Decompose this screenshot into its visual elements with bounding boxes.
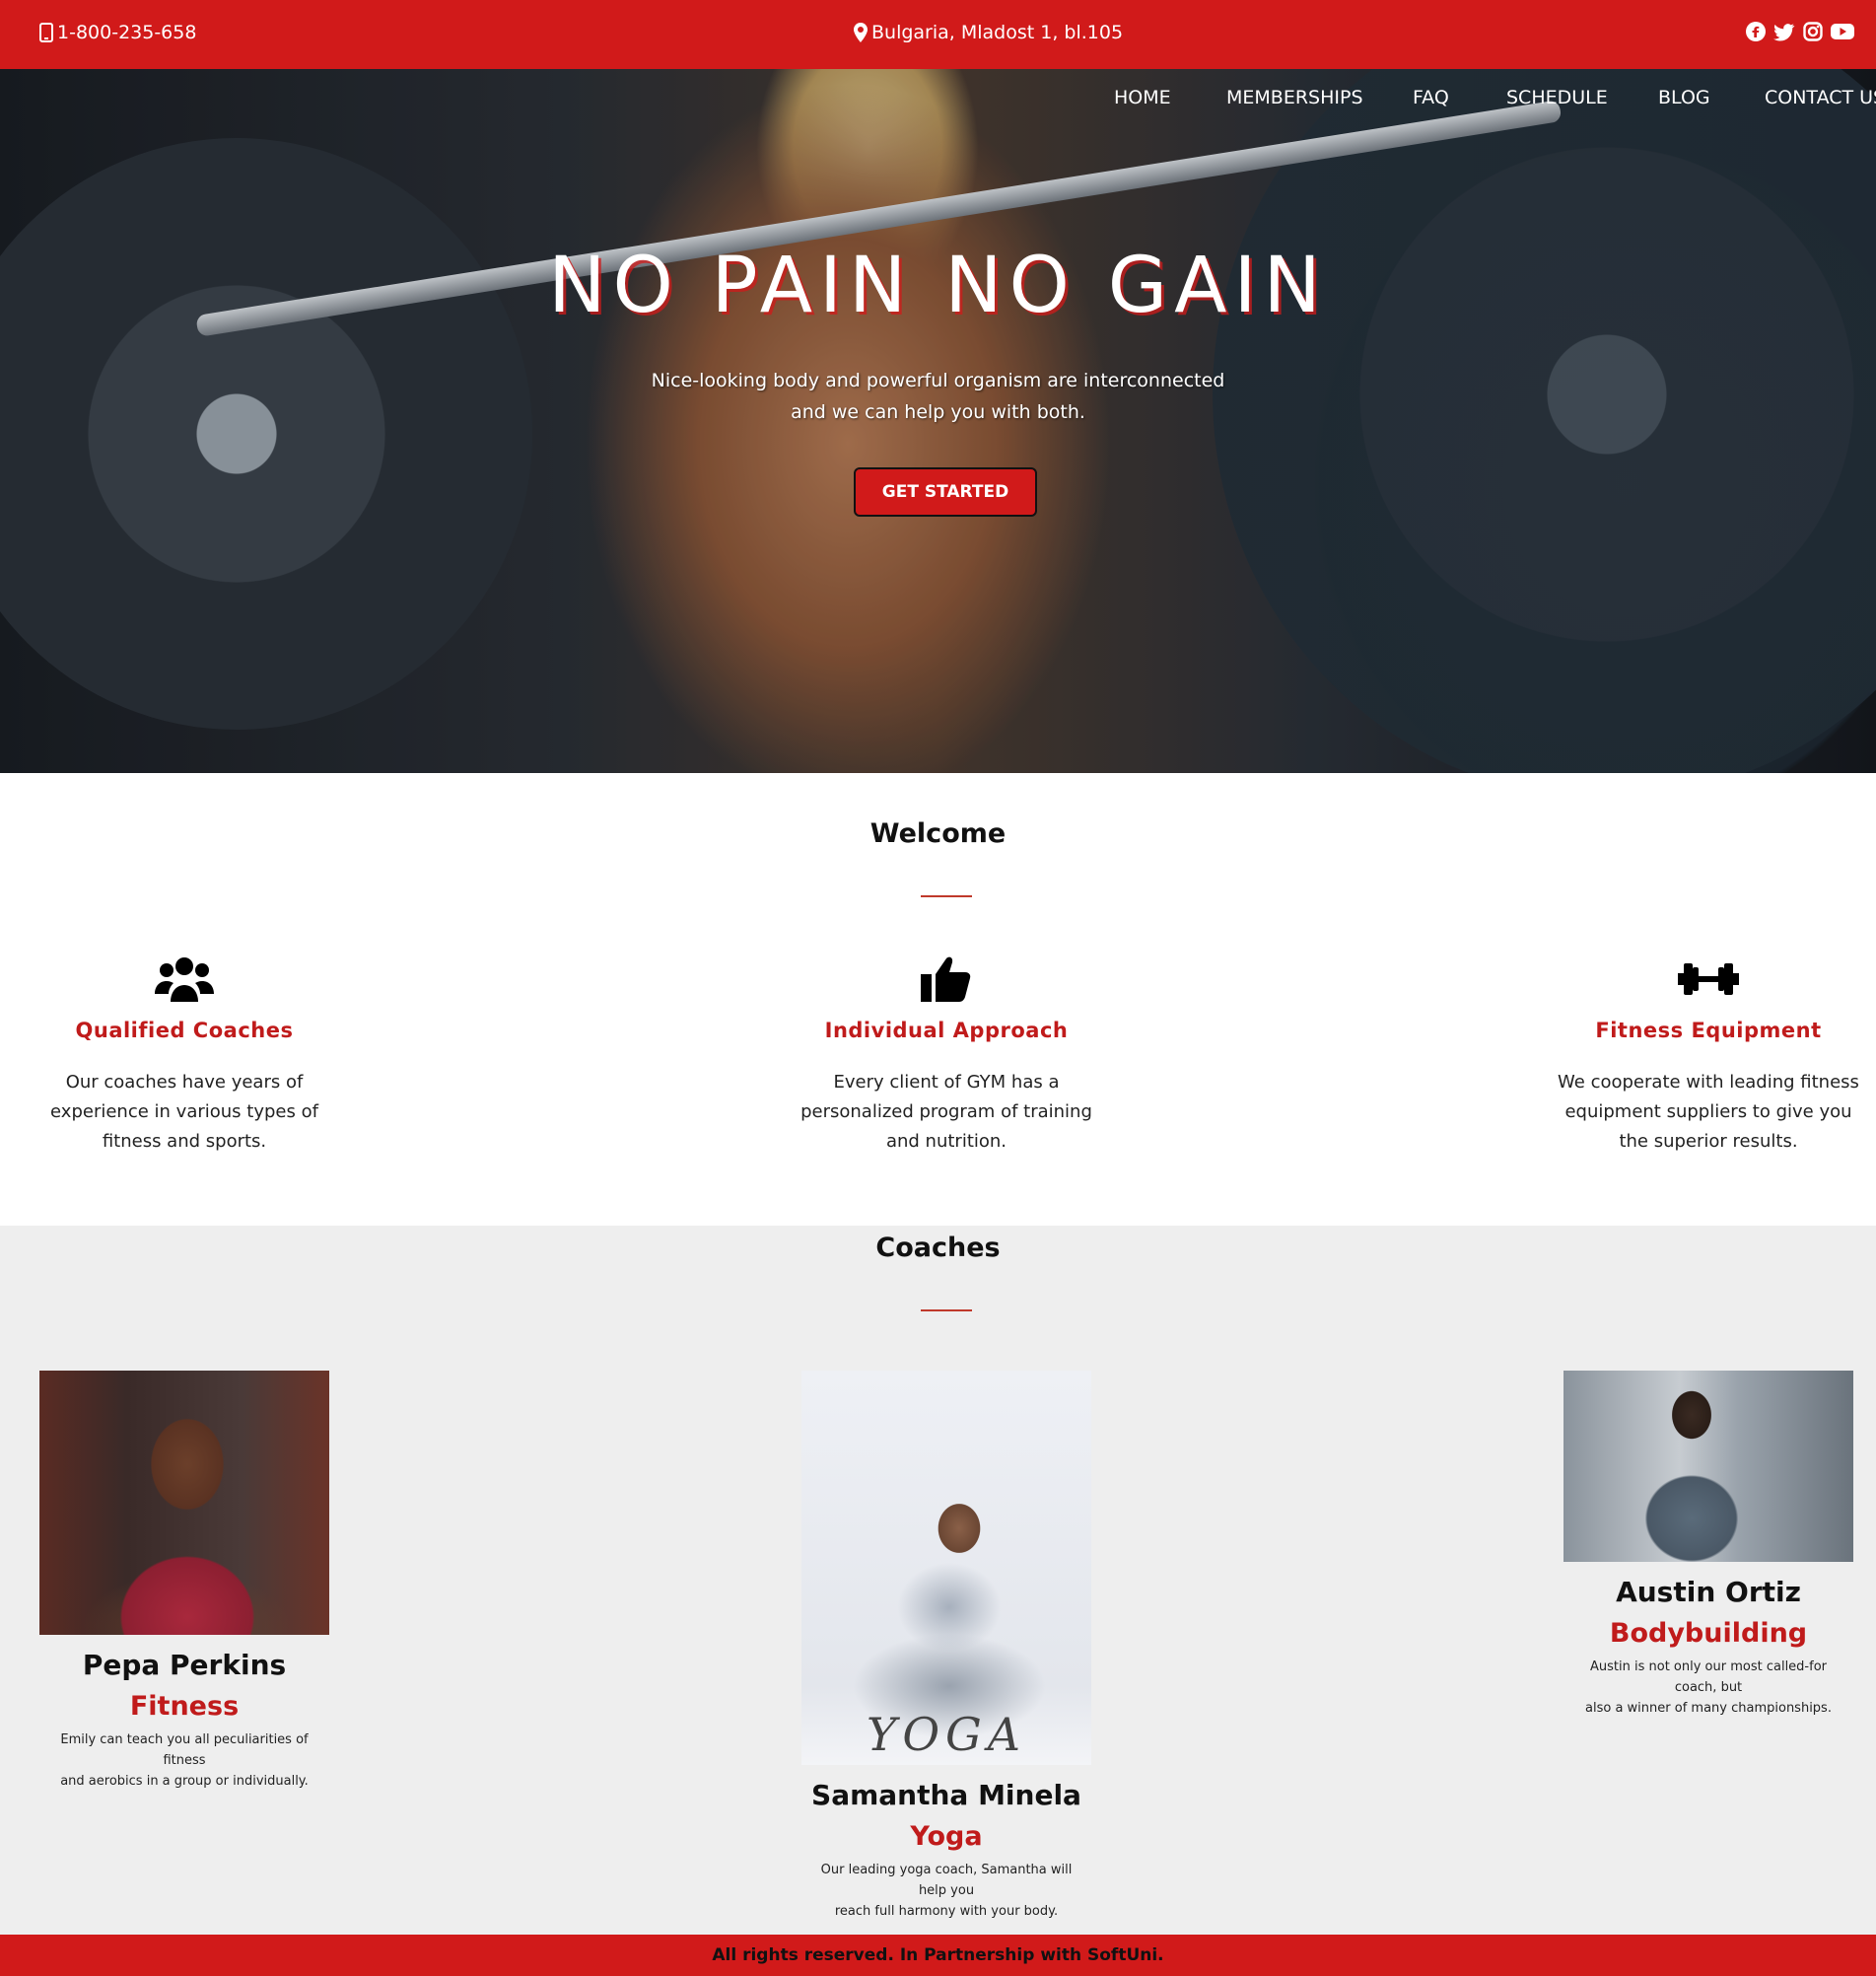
mobile-phone-icon bbox=[39, 23, 53, 42]
nav-item-memberships[interactable]: MEMBERSHIPS bbox=[1226, 87, 1363, 108]
nav-item-contact-us[interactable]: CONTACT US bbox=[1765, 87, 1876, 108]
coaches-title: Coaches bbox=[875, 1233, 1001, 1263]
coach-card[interactable]: YOGA Samantha Minela Yoga Our leading yo… bbox=[799, 1371, 1094, 1922]
welcome-divider bbox=[921, 895, 972, 897]
hero-title: NO PAIN NO GAIN bbox=[548, 242, 1328, 330]
feature-description: Every client of GYM has a personalized p… bbox=[800, 1072, 1092, 1152]
top-bar: 1-800-235-658 Bulgaria, Mladost 1, bl.10… bbox=[0, 0, 1876, 69]
feature-fitness-equipment: Fitness Equipment We cooperate with lead… bbox=[1551, 952, 1866, 1157]
coach-description: Our leading yoga coach, Samantha will he… bbox=[820, 1863, 1073, 1919]
feature-description: Our coaches have years of experience in … bbox=[50, 1072, 318, 1152]
coach-specialty: Fitness bbox=[129, 1691, 240, 1722]
nav-item-schedule[interactable]: SCHEDULE bbox=[1506, 87, 1608, 108]
nav-item-blog[interactable]: BLOG bbox=[1658, 87, 1710, 108]
address-text: Bulgaria, Mladost 1, bl.105 bbox=[871, 22, 1124, 43]
twitter-icon[interactable] bbox=[1773, 22, 1795, 41]
coach-photo bbox=[1563, 1371, 1853, 1562]
coach-name: Samantha Minela bbox=[811, 1779, 1081, 1811]
thumbs-up-icon bbox=[789, 952, 1104, 1007]
hero-subtitle: Nice-looking body and powerful organism … bbox=[0, 365, 1876, 428]
coach-photo: YOGA bbox=[801, 1371, 1091, 1765]
map-marker-icon bbox=[854, 23, 868, 42]
coach-name: Austin Ortiz bbox=[1616, 1576, 1801, 1608]
nav-item-faq[interactable]: FAQ bbox=[1413, 87, 1449, 108]
coach-card[interactable]: Pepa Perkins Fitness Emily can teach you… bbox=[36, 1371, 332, 1792]
coach-card[interactable]: Austin Ortiz Bodybuilding Austin is not … bbox=[1561, 1371, 1856, 1719]
instagram-icon[interactable] bbox=[1803, 22, 1823, 41]
coach-photo bbox=[39, 1371, 329, 1635]
yoga-photo-caption: YOGA bbox=[866, 1708, 1027, 1761]
social-links bbox=[1746, 22, 1854, 41]
phone-info[interactable]: 1-800-235-658 bbox=[39, 22, 196, 43]
welcome-title: Welcome bbox=[869, 818, 1007, 849]
coaches-divider bbox=[921, 1309, 972, 1311]
dumbbell-icon bbox=[1551, 952, 1866, 1007]
feature-qualified-coaches: Qualified Coaches Our coaches have years… bbox=[27, 952, 342, 1157]
coach-specialty: Yoga bbox=[910, 1821, 983, 1852]
hero-subtitle-line: and we can help you with both. bbox=[791, 401, 1085, 423]
coach-name: Pepa Perkins bbox=[82, 1649, 287, 1681]
feature-title: Qualified Coaches bbox=[75, 1019, 294, 1042]
feature-individual-approach: Individual Approach Every client of GYM … bbox=[789, 952, 1104, 1157]
coach-description: Austin is not only our most called-for c… bbox=[1585, 1659, 1832, 1716]
users-group-icon bbox=[27, 952, 342, 1007]
coach-specialty: Bodybuilding bbox=[1609, 1618, 1808, 1649]
coach-description: Emily can teach you all peculiarities of… bbox=[60, 1732, 309, 1789]
hero-banner: HOME MEMBERSHIPS FAQ SCHEDULE BLOG CONTA… bbox=[0, 69, 1876, 773]
youtube-icon[interactable] bbox=[1831, 22, 1854, 41]
feature-title: Fitness Equipment bbox=[1595, 1019, 1822, 1042]
get-started-button[interactable]: GET STARTED bbox=[854, 467, 1037, 517]
facebook-icon[interactable] bbox=[1746, 22, 1766, 41]
address-info: Bulgaria, Mladost 1, bl.105 bbox=[854, 22, 1123, 43]
hero-subtitle-line: Nice-looking body and powerful organism … bbox=[651, 370, 1225, 391]
feature-description: We cooperate with leading fitness equipm… bbox=[1558, 1072, 1859, 1152]
feature-title: Individual Approach bbox=[824, 1019, 1069, 1042]
footer-text: All rights reserved. In Partnership with… bbox=[712, 1945, 1164, 1965]
nav-item-home[interactable]: HOME bbox=[1114, 87, 1171, 108]
footer: All rights reserved. In Partnership with… bbox=[0, 1935, 1876, 1976]
phone-number: 1-800-235-658 bbox=[57, 22, 197, 43]
